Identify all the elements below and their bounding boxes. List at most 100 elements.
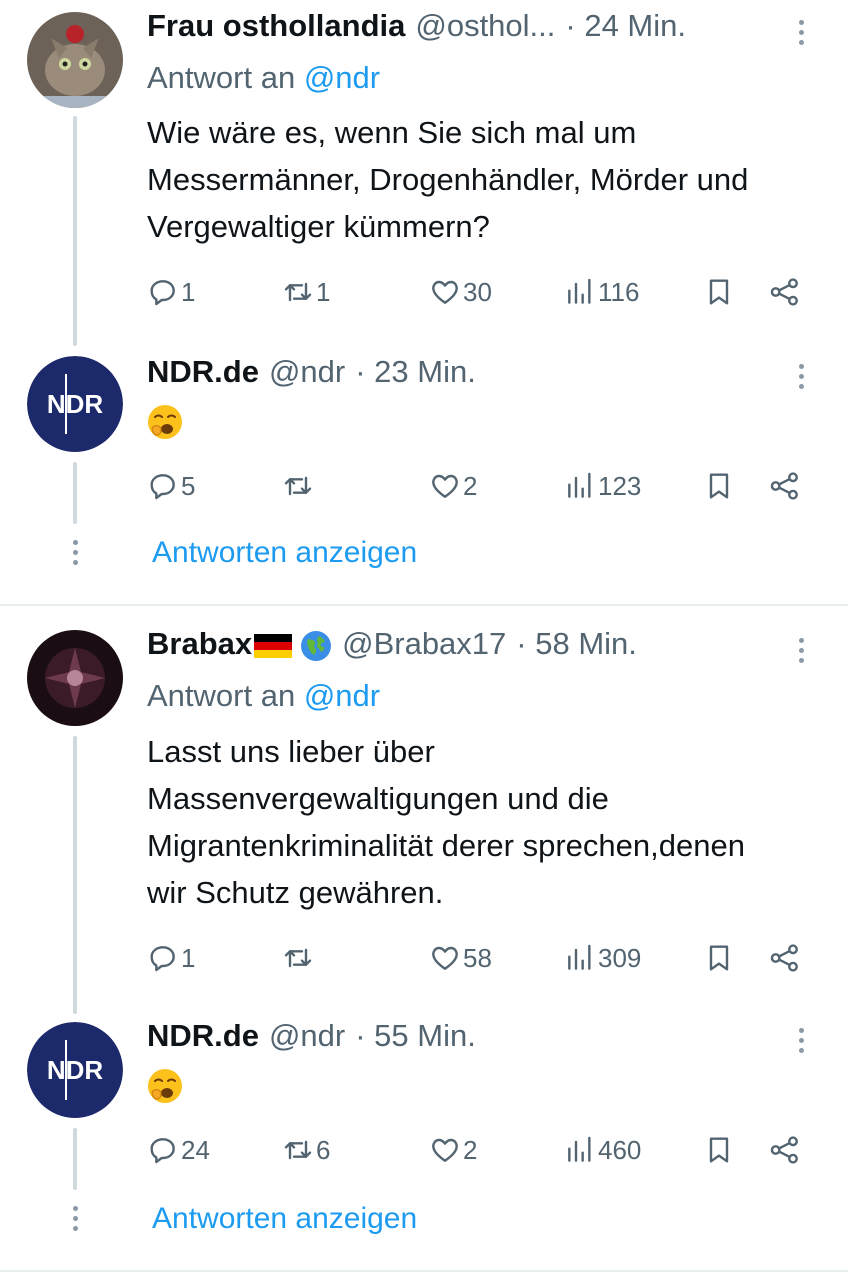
share-icon	[769, 276, 801, 308]
retweet-icon	[282, 1134, 314, 1166]
like-icon	[429, 276, 461, 308]
views-icon	[564, 942, 596, 974]
display-name-text: Brabax	[147, 626, 253, 661]
user-handle[interactable]: @ndr	[269, 1018, 345, 1054]
retweet-button[interactable]	[282, 466, 316, 506]
retweet-count: 6	[316, 1134, 331, 1165]
avatar-ndr[interactable]	[27, 356, 123, 452]
share-icon	[769, 470, 801, 502]
display-name[interactable]: NDR.de	[147, 1018, 259, 1054]
reply-context: Antwort an @ndr	[147, 60, 380, 96]
view-count: 460	[598, 1134, 642, 1165]
share-icon	[769, 1134, 801, 1166]
show-replies-link[interactable]: Antworten anzeigen	[152, 1202, 417, 1236]
bookmark-button[interactable]	[703, 272, 735, 312]
share-button[interactable]	[769, 272, 801, 312]
like-icon	[429, 1134, 461, 1166]
thread-ellipsis-icon	[68, 540, 82, 565]
tweet-text: Lasst uns lieber über Massenvergewaltigu…	[147, 734, 745, 910]
display-name[interactable]: Brabax	[147, 626, 332, 662]
tweet-actions: 1 58 309	[147, 938, 807, 978]
avatar[interactable]	[27, 630, 123, 726]
retweet-count: 1	[316, 276, 331, 307]
more-options-icon[interactable]	[794, 20, 808, 45]
like-icon	[429, 470, 461, 502]
yawning-face-icon	[147, 404, 183, 440]
share-button[interactable]	[769, 938, 801, 978]
like-button[interactable]: 2	[429, 1130, 477, 1170]
display-name[interactable]: Frau osthollandia	[147, 8, 405, 44]
like-button[interactable]: 58	[429, 938, 492, 978]
timestamp[interactable]: · 58 Min.	[516, 626, 637, 662]
views-button[interactable]: 123	[564, 466, 641, 506]
bookmark-icon	[703, 470, 735, 502]
user-handle[interactable]: @osthol...	[415, 8, 555, 44]
tweet-actions: 1 1 30 116	[147, 272, 807, 312]
bookmark-button[interactable]	[703, 466, 735, 506]
reply-count: 5	[181, 470, 196, 501]
thread-line	[73, 116, 77, 346]
thread-line	[73, 462, 77, 524]
thread-line	[73, 736, 77, 1014]
reply-icon	[147, 1134, 179, 1166]
reply-prefix: Antwort an	[147, 678, 296, 713]
like-button[interactable]: 2	[429, 466, 477, 506]
avatar[interactable]	[27, 12, 123, 108]
timestamp[interactable]: · 55 Min.	[355, 1018, 476, 1054]
like-button[interactable]: 30	[429, 272, 492, 312]
bookmark-icon	[703, 276, 735, 308]
reply-button[interactable]: 24	[147, 1130, 210, 1170]
reply-mention[interactable]: @ndr	[304, 678, 380, 713]
tweet-header: Frau osthollandia @osthol... · 24 Min.	[147, 8, 686, 44]
like-icon	[429, 942, 461, 974]
user-handle[interactable]: @Brabax17	[342, 626, 506, 662]
user-handle[interactable]: @ndr	[269, 354, 345, 390]
globe-icon	[301, 630, 332, 661]
timestamp[interactable]: · 24 Min.	[565, 8, 686, 44]
reply-button[interactable]: 5	[147, 466, 195, 506]
display-name[interactable]: NDR.de	[147, 354, 259, 390]
reply-icon	[147, 276, 179, 308]
reply-mention[interactable]: @ndr	[304, 60, 380, 95]
reply-count: 1	[181, 276, 196, 307]
share-button[interactable]	[769, 1130, 801, 1170]
reply-context: Antwort an @ndr	[147, 678, 380, 714]
divider	[0, 604, 848, 606]
tweet-header: NDR.de @ndr · 23 Min.	[147, 354, 476, 390]
views-icon	[564, 470, 596, 502]
views-icon	[564, 276, 596, 308]
reply-button[interactable]: 1	[147, 938, 195, 978]
tweet-actions: 24 6 2 460	[147, 1130, 807, 1170]
retweet-button[interactable]: 1	[282, 272, 330, 312]
thread-ellipsis-icon	[68, 1206, 82, 1231]
tweet-header: Brabax @Brabax17 · 58 Min.	[147, 626, 637, 662]
retweet-icon	[282, 276, 314, 308]
view-count: 123	[598, 470, 642, 501]
tweet-text: Wie wäre es, wenn Sie sich mal um Messer…	[147, 115, 749, 244]
views-button[interactable]: 116	[564, 272, 639, 312]
retweet-button[interactable]	[282, 938, 316, 978]
divider	[0, 1270, 848, 1272]
like-count: 58	[463, 942, 492, 973]
retweet-icon	[282, 942, 314, 974]
timestamp[interactable]: · 23 Min.	[355, 354, 476, 390]
reply-icon	[147, 942, 179, 974]
tweet-header: NDR.de @ndr · 55 Min.	[147, 1018, 476, 1054]
reply-button[interactable]: 1	[147, 272, 195, 312]
show-replies-link[interactable]: Antworten anzeigen	[152, 536, 417, 570]
tweet-actions: 5 2 123	[147, 466, 807, 506]
avatar-ndr[interactable]	[27, 1022, 123, 1118]
retweet-button[interactable]: 6	[282, 1130, 330, 1170]
more-options-icon[interactable]	[794, 638, 808, 663]
more-options-icon[interactable]	[794, 1028, 808, 1053]
reply-count: 1	[181, 942, 196, 973]
bookmark-button[interactable]	[703, 1130, 735, 1170]
view-count: 116	[598, 276, 640, 307]
retweet-icon	[282, 470, 314, 502]
german-flag-icon	[254, 633, 293, 658]
bookmark-button[interactable]	[703, 938, 735, 978]
share-button[interactable]	[769, 466, 801, 506]
views-button[interactable]: 460	[564, 1130, 641, 1170]
more-options-icon[interactable]	[794, 364, 808, 389]
views-button[interactable]: 309	[564, 938, 641, 978]
